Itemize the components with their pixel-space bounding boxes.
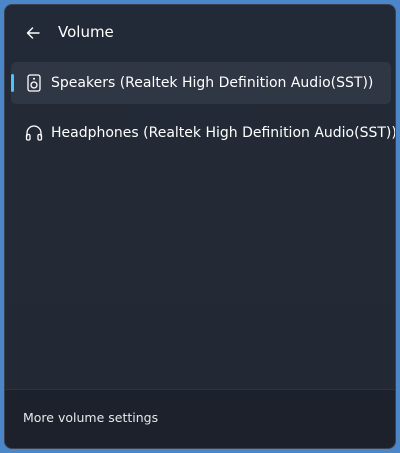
back-button[interactable] [19,19,47,47]
device-item-speakers[interactable]: Speakers (Realtek High Definition Audio(… [11,62,391,104]
audio-device-list: Speakers (Realtek High Definition Audio(… [5,62,395,162]
speaker-icon [25,74,43,92]
volume-flyout: Volume Speakers (Realtek High Definition… [4,4,396,449]
arrow-left-icon [26,27,40,39]
device-item-headphones[interactable]: Headphones (Realtek High Definition Audi… [11,112,395,154]
flyout-header: Volume [5,5,395,61]
more-volume-settings-link[interactable]: More volume settings [23,409,158,427]
device-label-speakers: Speakers (Realtek High Definition Audio(… [51,75,374,91]
selected-indicator [11,74,14,92]
device-label-headphones: Headphones (Realtek High Definition Audi… [51,125,396,141]
headphones-icon [25,124,43,142]
flyout-footer: More volume settings [5,389,395,448]
flyout-title: Volume [58,23,114,41]
